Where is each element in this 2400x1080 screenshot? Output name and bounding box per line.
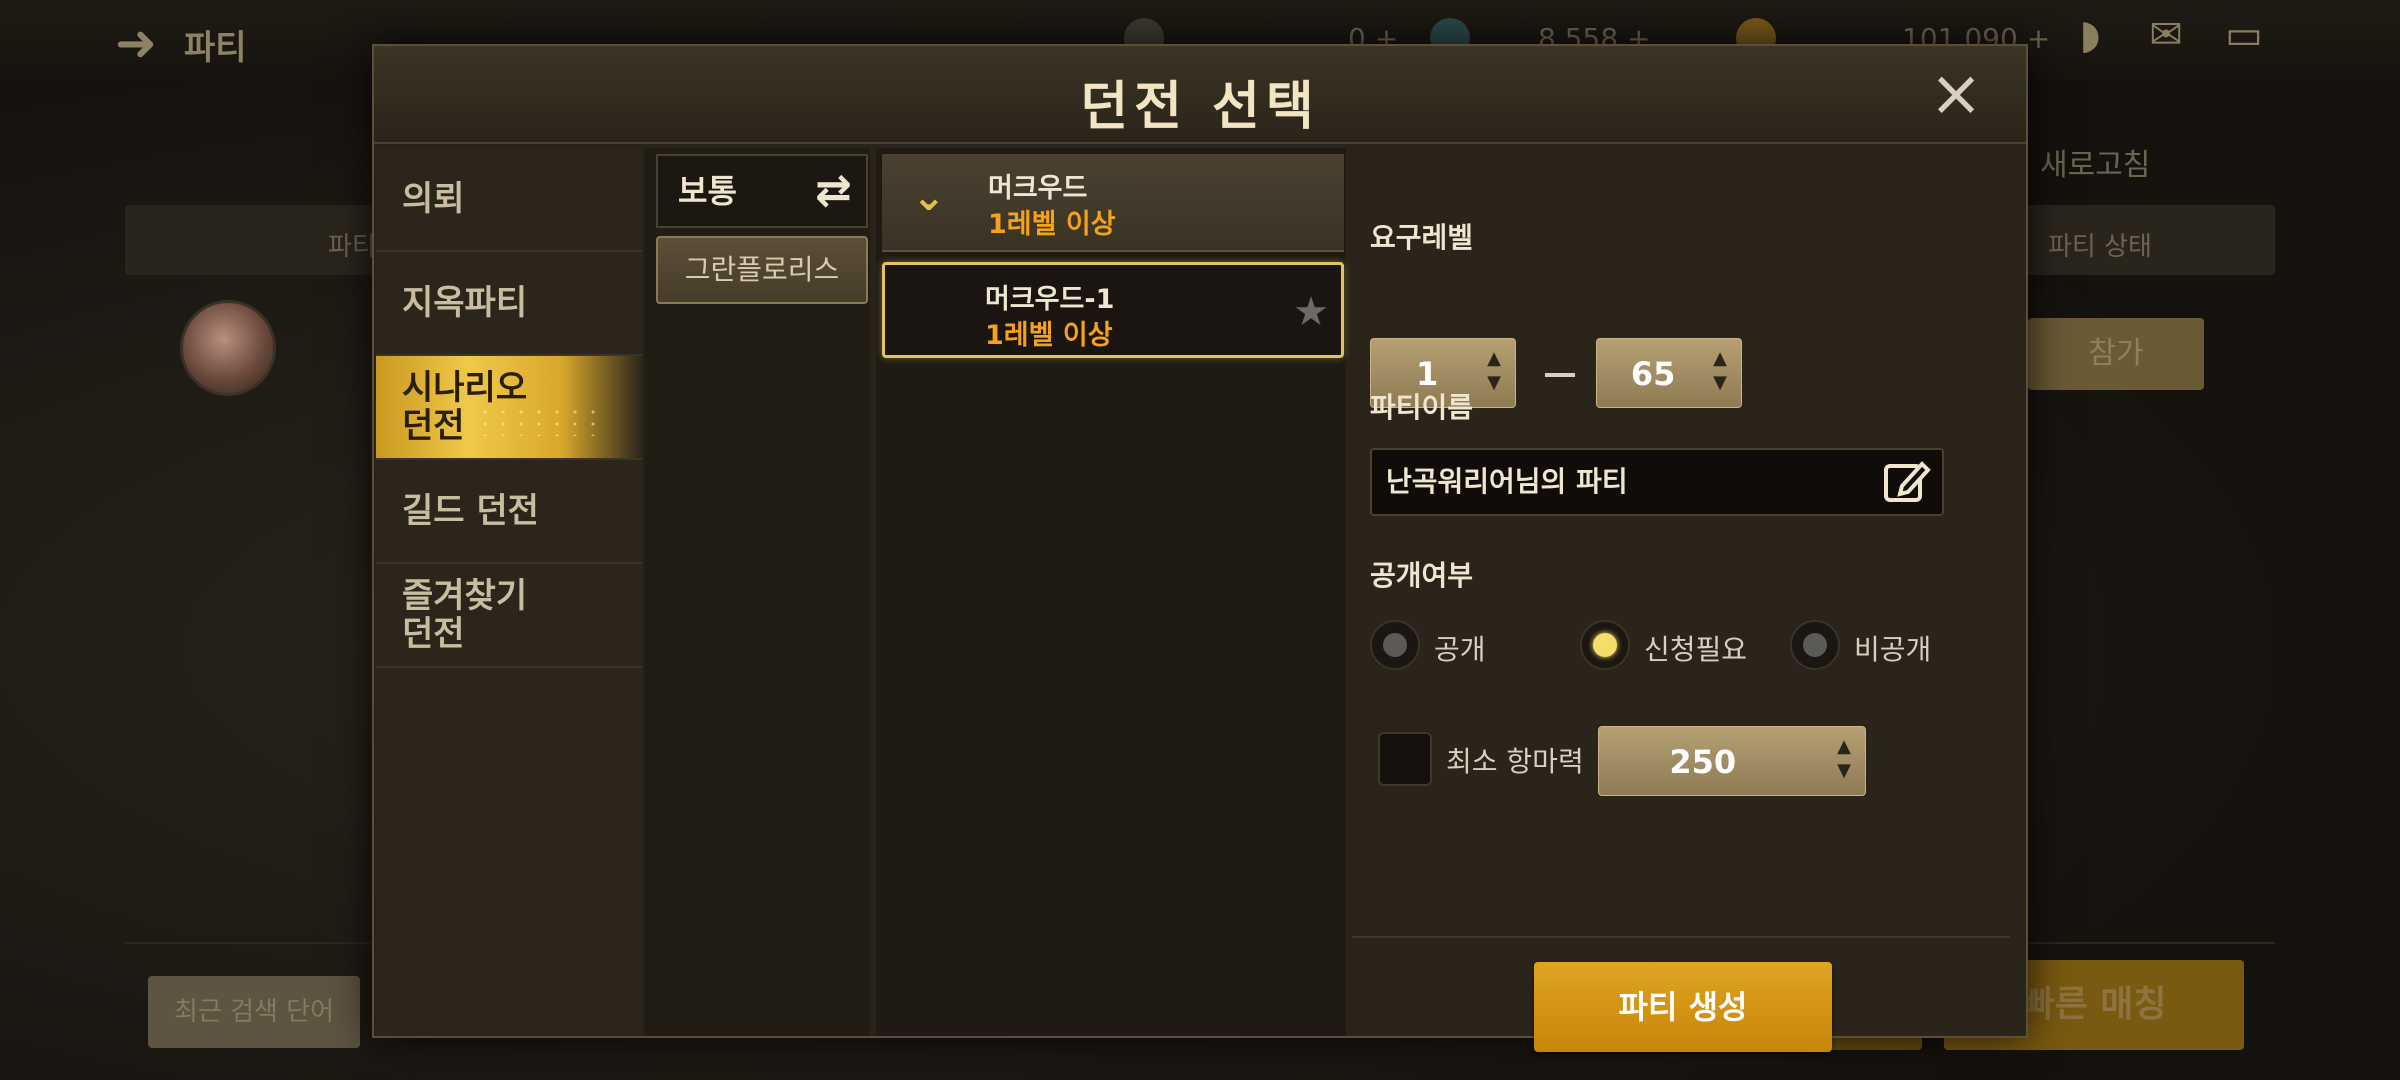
category-label: 즐겨찾기 던전 — [402, 576, 528, 654]
category-guild-dungeon[interactable]: 길드 던전 — [376, 460, 642, 564]
category-scenario-dungeon[interactable]: 시나리오 던전 — [376, 356, 642, 460]
party-column-header: 파티 — [328, 232, 376, 262]
radio-dot — [1383, 633, 1407, 657]
chat-icon[interactable]: ▭ — [2218, 12, 2270, 60]
difficulty-label: 보통 — [678, 172, 737, 210]
category-label: 의뢰 — [402, 179, 465, 219]
stepper-arrows-icon[interactable]: ▲ ▼ — [1837, 735, 1851, 783]
dialog-header: 던전 선택 × — [374, 46, 2026, 144]
radio-private-label: 비공개 — [1854, 633, 1932, 666]
category-list: 의뢰 지옥파티 시나리오 던전 길드 던전 즐겨찾기 던전 — [376, 148, 642, 1036]
dungeon-group-name: 머크우드 — [988, 173, 1088, 204]
screen-title: 파티 — [184, 28, 247, 68]
radio-dot — [1593, 633, 1617, 657]
stepper-arrows-icon[interactable]: ▲ ▼ — [1487, 347, 1501, 395]
refresh-label[interactable]: 새로고침 — [2040, 140, 2150, 184]
party-name-label: 파티이름 — [1370, 391, 1474, 424]
radio-public[interactable] — [1370, 620, 1420, 670]
min-power-label: 최소 항마력 — [1446, 745, 1584, 778]
dungeon-item-name: 머크우드-1 — [985, 284, 1115, 315]
required-level-label: 요구레벨 — [1370, 221, 1474, 254]
visibility-label: 공개여부 — [1370, 559, 1474, 592]
dungeon-select-dialog: 던전 선택 × 의뢰 지옥파티 시나리오 던전 길드 던전 즐겨찾기 던전 보통… — [372, 44, 2028, 1052]
party-settings-panel: 요구레벨 1 ▲ ▼ 65 ▲ ▼ 파티이름 난곡워리어님의 파티 공개여부 공개 — [1352, 148, 2026, 1052]
radio-dot — [1803, 633, 1827, 657]
back-arrow-icon[interactable]: ➜ — [115, 14, 157, 72]
difficulty-toggle[interactable]: 보통 ⇄ — [656, 154, 868, 228]
radio-application-required[interactable] — [1580, 620, 1630, 670]
dungeon-item-level: 1레벨 이상 — [985, 320, 1113, 351]
level-max-value: 65 — [1630, 355, 1676, 393]
dungeon-group-header[interactable]: ⌄ 머크우드 1레벨 이상 — [882, 154, 1344, 252]
dungeon-item-selected[interactable]: 머크우드-1 1레벨 이상 ★ — [882, 262, 1344, 358]
category-label: 길드 던전 — [402, 491, 539, 531]
radio-private[interactable] — [1790, 620, 1840, 670]
favorite-star-icon[interactable]: ★ — [1293, 289, 1329, 335]
swap-icon: ⇄ — [815, 165, 852, 216]
dungeon-list: ⌄ 머크우드 1레벨 이상 머크우드-1 1레벨 이상 ★ — [876, 148, 1346, 1036]
party-status-header: 파티 상태 — [2048, 232, 2152, 262]
level-range-dash — [1545, 373, 1575, 377]
settings-divider — [1352, 936, 2010, 938]
stepper-arrows-icon[interactable]: ▲ ▼ — [1713, 347, 1727, 395]
level-max-stepper[interactable]: 65 ▲ ▼ — [1596, 338, 1742, 408]
join-button[interactable]: 참가 — [2028, 318, 2204, 390]
game-screen: ➜ 파티 0 + 8,558 + 101,090 + ◗ ✉ ▭ 파티 파티 상… — [0, 0, 2400, 1080]
dialog-title: 던전 선택 — [1080, 77, 1320, 137]
bag-icon[interactable]: ◗ — [2064, 12, 2116, 60]
recent-search-button[interactable]: 최근 검색 단어 — [148, 976, 360, 1048]
dungeon-group-level: 1레벨 이상 — [988, 209, 1116, 240]
party-leader-avatar — [180, 300, 276, 396]
radio-public-label: 공개 — [1434, 633, 1486, 666]
mail-icon[interactable]: ✉ — [2140, 12, 2192, 60]
category-label: 지옥파티 — [402, 283, 528, 323]
difficulty-column: 보통 ⇄ 그란플로리스 — [644, 148, 870, 1036]
category-favorite-dungeon[interactable]: 즐겨찾기 던전 — [376, 564, 642, 668]
category-request[interactable]: 의뢰 — [376, 148, 642, 252]
radio-application-label: 신청필요 — [1644, 633, 1748, 666]
party-name-value: 난곡워리어님의 파티 — [1386, 465, 1628, 498]
category-label: 시나리오 던전 — [402, 368, 528, 446]
min-power-stepper[interactable]: 250 ▲ ▼ — [1598, 726, 1866, 796]
category-hell-party[interactable]: 지옥파티 — [376, 252, 642, 356]
chevron-down-icon: ⌄ — [912, 174, 946, 220]
create-party-button[interactable]: 파티 생성 — [1534, 962, 1832, 1052]
min-power-value: 250 — [1669, 743, 1737, 781]
min-power-checkbox[interactable] — [1378, 732, 1432, 786]
party-name-field[interactable]: 난곡워리어님의 파티 — [1370, 448, 1944, 516]
region-button[interactable]: 그란플로리스 — [656, 236, 868, 304]
edit-icon[interactable] — [1880, 456, 1932, 508]
close-icon[interactable]: × — [1926, 62, 1986, 126]
